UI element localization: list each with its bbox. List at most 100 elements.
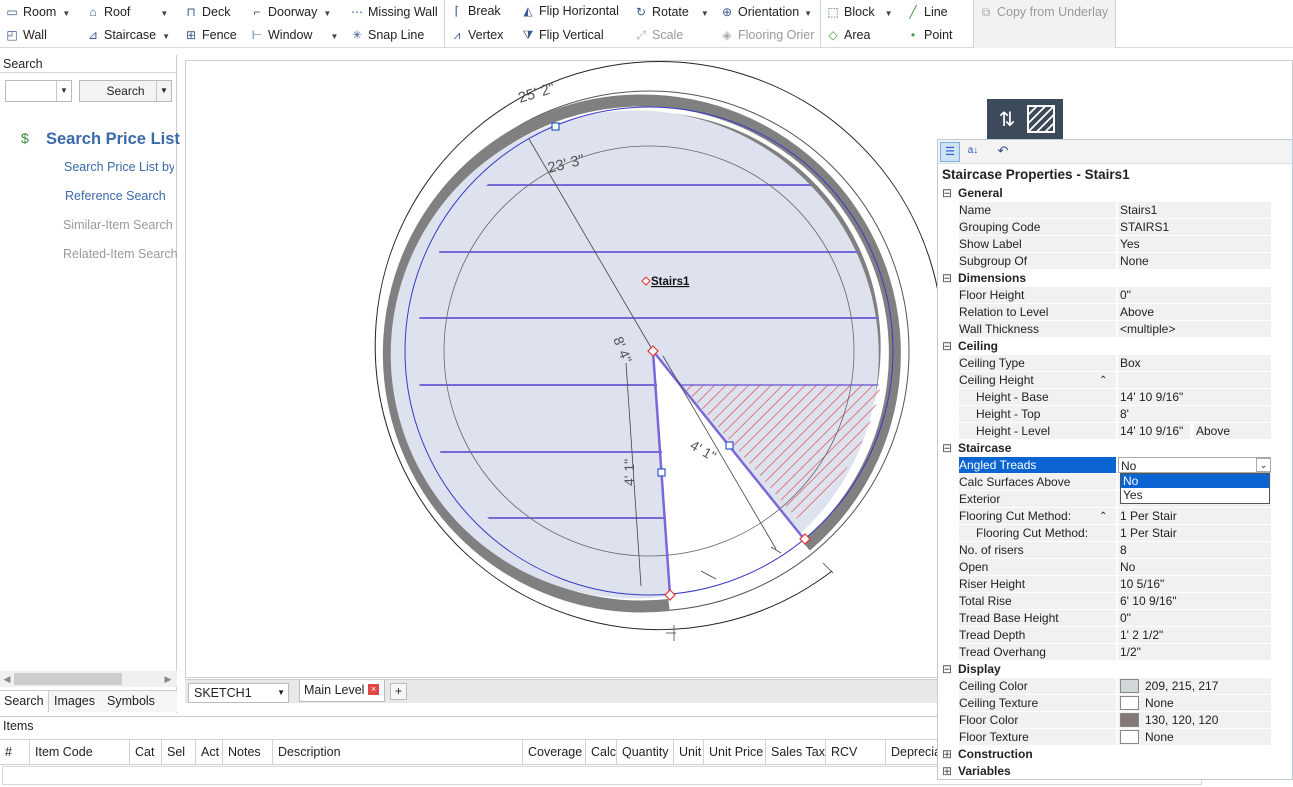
prop-row-height-base[interactable]: Height - Base 14' 10 9/16"	[938, 389, 1278, 406]
prop-row-floor-height[interactable]: Floor Height 0"	[938, 287, 1278, 304]
chevron-down-icon[interactable]: ▼	[56, 81, 71, 101]
prop-row-relation-to-level[interactable]: Relation to Level Above	[938, 304, 1278, 321]
roof-button[interactable]: ⌂ Roof ▼	[85, 1, 168, 23]
collapse-up-icon[interactable]: ⌃	[1099, 372, 1107, 389]
flip-vertical-button[interactable]: ⧩ Flip Vertical	[520, 24, 604, 46]
chevron-down-icon[interactable]: ▼	[323, 9, 331, 18]
column-header[interactable]: Sales Tax	[766, 740, 826, 764]
close-icon[interactable]: ×	[368, 684, 379, 695]
chevron-down-icon[interactable]: ▼	[156, 81, 171, 101]
column-header[interactable]: Description	[273, 740, 523, 764]
categorized-icon[interactable]: ☰	[940, 142, 960, 162]
flooring-orientation-button[interactable]: ◈ Flooring Orier	[719, 24, 814, 46]
search-input[interactable]: ▼	[5, 80, 72, 102]
break-button[interactable]: ⌈ Break	[449, 0, 501, 22]
prop-row-ceiling-color[interactable]: Ceiling Color 209, 215, 217	[938, 678, 1278, 695]
prop-row-ceiling-type[interactable]: Ceiling Type Box	[938, 355, 1278, 372]
scroll-left-icon[interactable]: ◀	[0, 671, 14, 687]
floor-color-swatch[interactable]	[1120, 712, 1139, 727]
collapse-icon[interactable]: ⊟	[942, 270, 954, 287]
dropdown-option-no[interactable]: No	[1121, 474, 1269, 488]
column-header[interactable]: Coverage	[523, 740, 586, 764]
collapse-up-icon[interactable]: ⌃	[1099, 508, 1107, 525]
horizontal-scrollbar[interactable]: ◀ ▶	[0, 671, 177, 687]
prop-row-height-top[interactable]: Height - Top 8'	[938, 406, 1278, 423]
section-general[interactable]: ⊟ General	[938, 185, 1278, 202]
section-staircase[interactable]: ⊟ Staircase	[938, 440, 1278, 457]
prop-row-floor-color[interactable]: Floor Color 130, 120, 120	[938, 712, 1278, 729]
tab-symbols[interactable]: Symbols	[103, 691, 159, 712]
chevron-down-icon[interactable]: ⌄	[1256, 458, 1271, 472]
flip-horizontal-button[interactable]: ◭ Flip Horizontal	[520, 0, 619, 22]
vertex-button[interactable]: ⩘ Vertex	[449, 24, 504, 46]
undo-icon[interactable]: ↶	[994, 142, 1012, 162]
prop-row-tread-overhang[interactable]: Tread Overhang 1/2"	[938, 644, 1278, 661]
missing-wall-button[interactable]: ⋯ Missing Wall	[349, 1, 438, 23]
column-header[interactable]: Calc	[586, 740, 617, 764]
section-variables[interactable]: ⊞ Variables	[938, 763, 1278, 780]
search-price-list-by-link[interactable]: Search Price List by I	[64, 160, 174, 174]
column-header[interactable]: Unit Price	[704, 740, 766, 764]
column-header[interactable]: Unit	[674, 740, 704, 764]
doorway-button[interactable]: ⌐ Doorway ▼	[249, 1, 331, 23]
staircase-button[interactable]: ⊿ Staircase ▼	[85, 24, 170, 46]
expand-icon[interactable]: ⊞	[942, 746, 954, 763]
prop-row-wall-thickness[interactable]: Wall Thickness <multiple>	[938, 321, 1278, 338]
floor-texture-swatch[interactable]	[1120, 729, 1139, 744]
resize-handle[interactable]	[657, 468, 666, 477]
section-ceiling[interactable]: ⊟ Ceiling	[938, 338, 1278, 355]
prop-row-floor-texture[interactable]: Floor Texture None	[938, 729, 1278, 746]
chevron-down-icon[interactable]: ▼	[701, 9, 709, 18]
chevron-down-icon[interactable]: ▼	[160, 9, 168, 18]
dropdown-option-yes[interactable]: Yes	[1121, 488, 1269, 502]
prop-row-show-label[interactable]: Show Label Yes	[938, 236, 1278, 253]
fence-button[interactable]: ⊞ Fence	[183, 24, 237, 46]
tab-search[interactable]: Search	[0, 691, 49, 712]
hatch-pattern-icon[interactable]	[1027, 105, 1055, 133]
prop-row-ceiling-texture[interactable]: Ceiling Texture None	[938, 695, 1278, 712]
ceiling-color-swatch[interactable]	[1120, 678, 1139, 693]
chevron-down-icon[interactable]: ▼	[804, 9, 812, 18]
add-level-button[interactable]: +	[390, 683, 407, 700]
resize-handle[interactable]	[725, 441, 734, 450]
similar-item-search-link[interactable]: Similar-Item Search	[63, 218, 173, 232]
sketch-selector[interactable]: SKETCH1 ▼	[188, 683, 289, 703]
angled-treads-dropdown-list[interactable]: No Yes	[1120, 473, 1270, 504]
sliders-icon[interactable]: ⇅	[995, 107, 1019, 133]
snap-line-button[interactable]: ✳ Snap Line	[349, 24, 424, 46]
line-button[interactable]: ╱ Line	[905, 1, 947, 23]
reference-search-link[interactable]: Reference Search	[65, 189, 166, 203]
deck-button[interactable]: ⊓ Deck	[183, 1, 230, 23]
collapse-icon[interactable]: ⊟	[942, 185, 954, 202]
window-button[interactable]: ⊢ Window ▼	[249, 24, 339, 46]
prop-row-no-of-risers[interactable]: No. of risers 8	[938, 542, 1278, 559]
collapse-icon[interactable]: ⊟	[942, 338, 954, 355]
column-header[interactable]: #	[0, 740, 30, 764]
sort-alpha-icon[interactable]: a↓	[963, 142, 983, 162]
prop-row-angled-treads[interactable]: Angled Treads No ⌄	[938, 457, 1278, 474]
collapse-icon[interactable]: ⊟	[942, 440, 954, 457]
view-toggle[interactable]: ⇅	[987, 99, 1063, 141]
scroll-right-icon[interactable]: ▶	[161, 671, 175, 687]
section-construction[interactable]: ⊞ Construction	[938, 746, 1278, 763]
section-dimensions[interactable]: ⊟ Dimensions	[938, 270, 1278, 287]
prop-row-flooring-cut-method-sub[interactable]: Flooring Cut Method: 1 Per Stair	[938, 525, 1278, 542]
copy-from-underlay-button[interactable]: ⧉ Copy from Underlay	[978, 1, 1108, 23]
prop-row-grouping-code[interactable]: Grouping Code STAIRS1	[938, 219, 1278, 236]
orientation-button[interactable]: ⊕ Orientation ▼	[719, 1, 812, 23]
related-item-search-link[interactable]: Related-Item Search	[63, 247, 178, 261]
scrollbar-thumb[interactable]	[14, 673, 122, 685]
column-header[interactable]: Cat	[130, 740, 162, 764]
prop-row-flooring-cut-method[interactable]: Flooring Cut Method: ⌃ 1 Per Stair	[938, 508, 1278, 525]
chevron-down-icon[interactable]: ▼	[162, 32, 170, 41]
prop-row-riser-height[interactable]: Riser Height 10 5/16"	[938, 576, 1278, 593]
prop-row-height-level[interactable]: Height - Level 14' 10 9/16" Above	[938, 423, 1278, 440]
collapse-icon[interactable]: ⊟	[942, 661, 954, 678]
chevron-down-icon[interactable]: ▼	[330, 32, 338, 41]
chevron-down-icon[interactable]: ▼	[277, 684, 285, 702]
chevron-down-icon[interactable]: ▼	[885, 9, 893, 18]
prop-row-ceiling-height[interactable]: Ceiling Height ⌃	[938, 372, 1278, 389]
section-display[interactable]: ⊟ Display	[938, 661, 1278, 678]
tab-images[interactable]: Images	[50, 691, 99, 712]
ceiling-texture-swatch[interactable]	[1120, 695, 1139, 710]
